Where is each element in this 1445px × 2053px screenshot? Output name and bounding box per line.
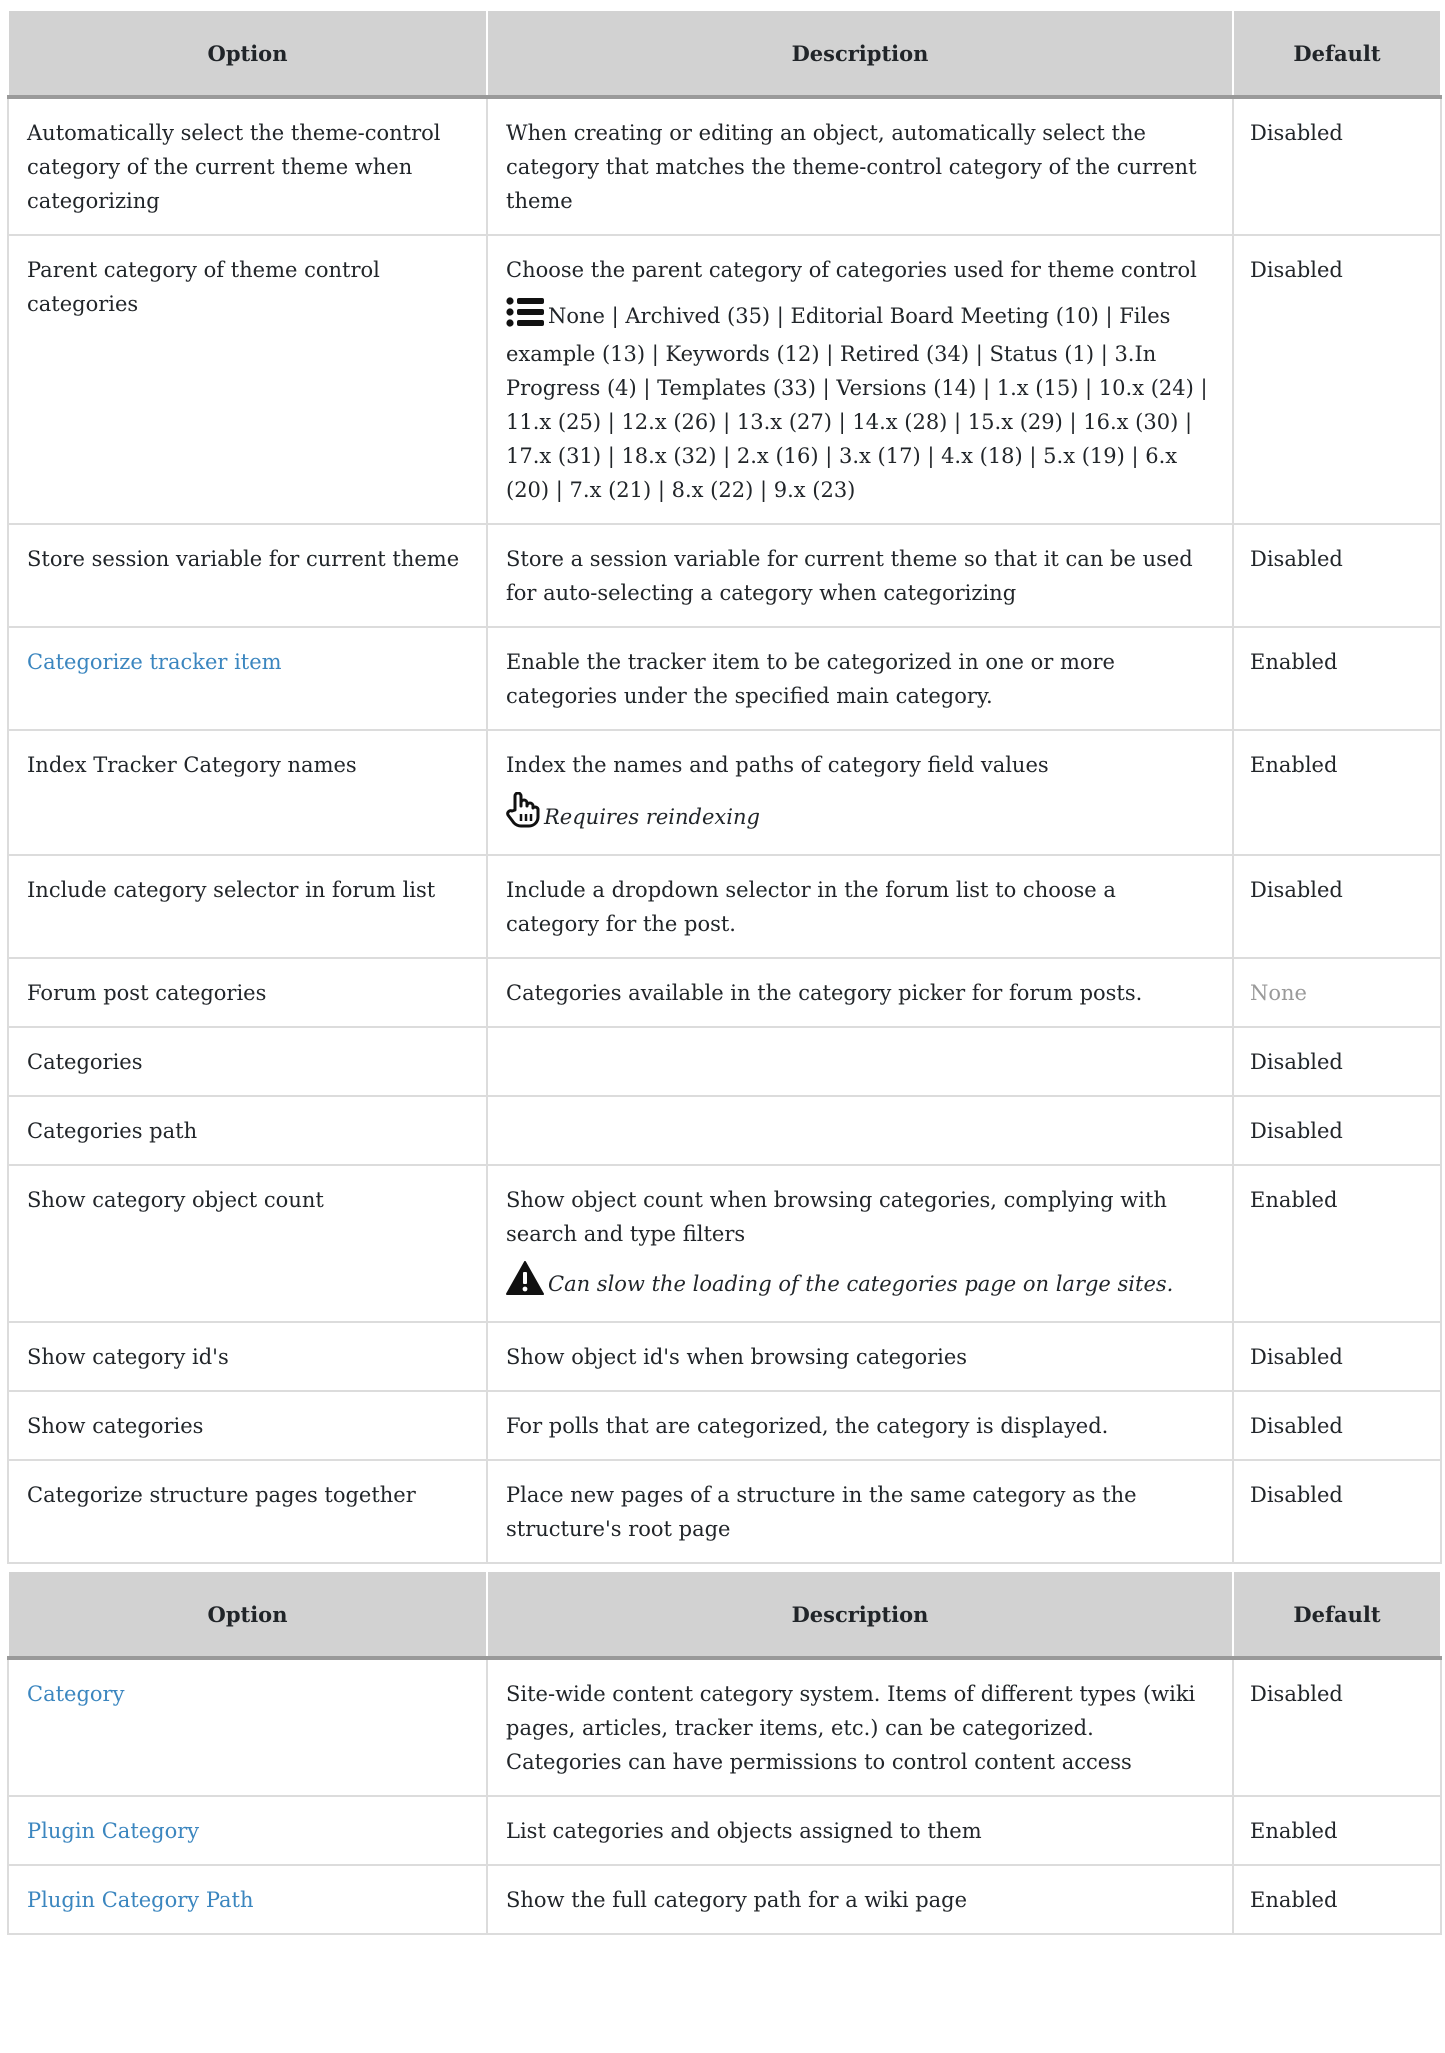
option-description: When creating or editing an object, auto… [486,96,1234,236]
option-description: Include a dropdown selector in the forum… [486,854,1234,959]
option-name: Automatically select the theme-control c… [7,96,488,236]
table-row: Show category object count Show object c… [7,1164,1442,1323]
header-default: Default [1232,9,1442,99]
option-description: Categories available in the category pic… [486,957,1234,1028]
option-name: Categories path [7,1095,488,1166]
category-list: None | Archived (35) | Editorial Board M… [506,297,1214,507]
option-default: Enabled [1232,1164,1442,1323]
option-default: Enabled [1232,1864,1442,1935]
performance-warning-text: Can slow the loading of the categories p… [548,1272,1174,1296]
option-description: Index the names and paths of category fi… [506,753,1049,777]
option-name: Show category id's [7,1321,488,1392]
performance-warning: Can slow the loading of the categories p… [506,1261,1214,1305]
table-row: Index Tracker Category names Index the n… [7,729,1442,856]
option-description: List categories and objects assigned to … [486,1795,1234,1866]
option-default: Disabled [1232,1390,1442,1461]
option-name-cell: Plugin Category [7,1795,488,1866]
option-description: Store a session variable for current the… [486,523,1234,628]
table-row: Plugin Category List categories and obje… [7,1795,1442,1866]
header-description: Description [486,9,1234,99]
option-default: Enabled [1232,729,1442,856]
option-default: Disabled [1232,1459,1442,1564]
hand-pointer-icon [506,791,540,838]
header-option: Option [7,1570,488,1660]
option-name: Categories [7,1026,488,1097]
table-row: Show category id's Show object id's when… [7,1321,1442,1392]
option-name-cell: Category [7,1657,488,1797]
table-header-row: Option Description Default [7,9,1442,99]
option-description: Show the full category path for a wiki p… [486,1864,1234,1935]
option-name: Show categories [7,1390,488,1461]
option-default: Disabled [1232,523,1442,628]
options-table-category-features: Option Description Default Category Site… [7,1570,1442,1935]
option-default: Disabled [1232,1321,1442,1392]
table-header-row: Option Description Default [7,1570,1442,1660]
table-row: Include category selector in forum list … [7,854,1442,959]
option-name: Show category object count [7,1164,488,1323]
option-name: Categorize structure pages together [7,1459,488,1564]
reindex-note-text: Requires reindexing [544,805,760,829]
list-icon [506,297,544,337]
option-description: For polls that are categorized, the cate… [486,1390,1234,1461]
header-description: Description [486,1570,1234,1660]
option-name: Forum post categories [7,957,488,1028]
header-default: Default [1232,1570,1442,1660]
option-description-cell: Show object count when browsing categori… [486,1164,1234,1323]
plugin-category-link[interactable]: Plugin Category [27,1819,199,1843]
option-default: Enabled [1232,1795,1442,1866]
option-name: Index Tracker Category names [7,729,488,856]
option-default: Disabled [1232,1095,1442,1166]
table-row: Categorize tracker item Enable the track… [7,626,1442,731]
option-name: Include category selector in forum list [7,854,488,959]
reindex-note: Requires reindexing [506,791,1214,838]
option-description [486,1026,1234,1097]
header-option: Option [7,9,488,99]
option-default: Enabled [1232,626,1442,731]
category-link[interactable]: Category [27,1682,124,1706]
table-row: Store session variable for current theme… [7,523,1442,628]
categorize-tracker-item-link[interactable]: Categorize tracker item [27,650,282,674]
options-table-theme-categories: Option Description Default Automatically… [7,9,1442,1564]
option-default: None [1232,957,1442,1028]
table-row: Plugin Category Path Show the full categ… [7,1864,1442,1935]
option-name-cell: Plugin Category Path [7,1864,488,1935]
table-row: Forum post categories Categories availab… [7,957,1442,1028]
option-description-cell: Choose the parent category of categories… [486,234,1234,525]
option-description: Site-wide content category system. Items… [486,1657,1234,1797]
option-name: Store session variable for current theme [7,523,488,628]
option-name: Parent category of theme control categor… [7,234,488,525]
table-row: Automatically select the theme-control c… [7,96,1442,236]
table-row: Categories path Disabled [7,1095,1442,1166]
warning-icon [506,1261,544,1305]
option-description: Show object id's when browsing categorie… [486,1321,1234,1392]
option-description: Enable the tracker item to be categorize… [486,626,1234,731]
option-description: Choose the parent category of categories… [506,258,1197,282]
option-description: Place new pages of a structure in the sa… [486,1459,1234,1564]
option-description-cell: Index the names and paths of category fi… [486,729,1234,856]
option-default: Disabled [1232,1026,1442,1097]
option-description [486,1095,1234,1166]
option-name-cell: Categorize tracker item [7,626,488,731]
table-row: Show categories For polls that are categ… [7,1390,1442,1461]
plugin-category-path-link[interactable]: Plugin Category Path [27,1888,254,1912]
option-description: Show object count when browsing categori… [506,1188,1167,1246]
category-list-text: None | Archived (35) | Editorial Board M… [506,304,1208,502]
option-default: Disabled [1232,1657,1442,1797]
table-row: Category Site-wide content category syst… [7,1657,1442,1797]
option-default: Disabled [1232,96,1442,236]
option-default: Disabled [1232,854,1442,959]
table-row: Categorize structure pages together Plac… [7,1459,1442,1564]
table-row: Categories Disabled [7,1026,1442,1097]
table-row: Parent category of theme control categor… [7,234,1442,525]
preferences-tables: Option Description Default Automatically… [7,9,1442,1935]
option-default: Disabled [1232,234,1442,525]
